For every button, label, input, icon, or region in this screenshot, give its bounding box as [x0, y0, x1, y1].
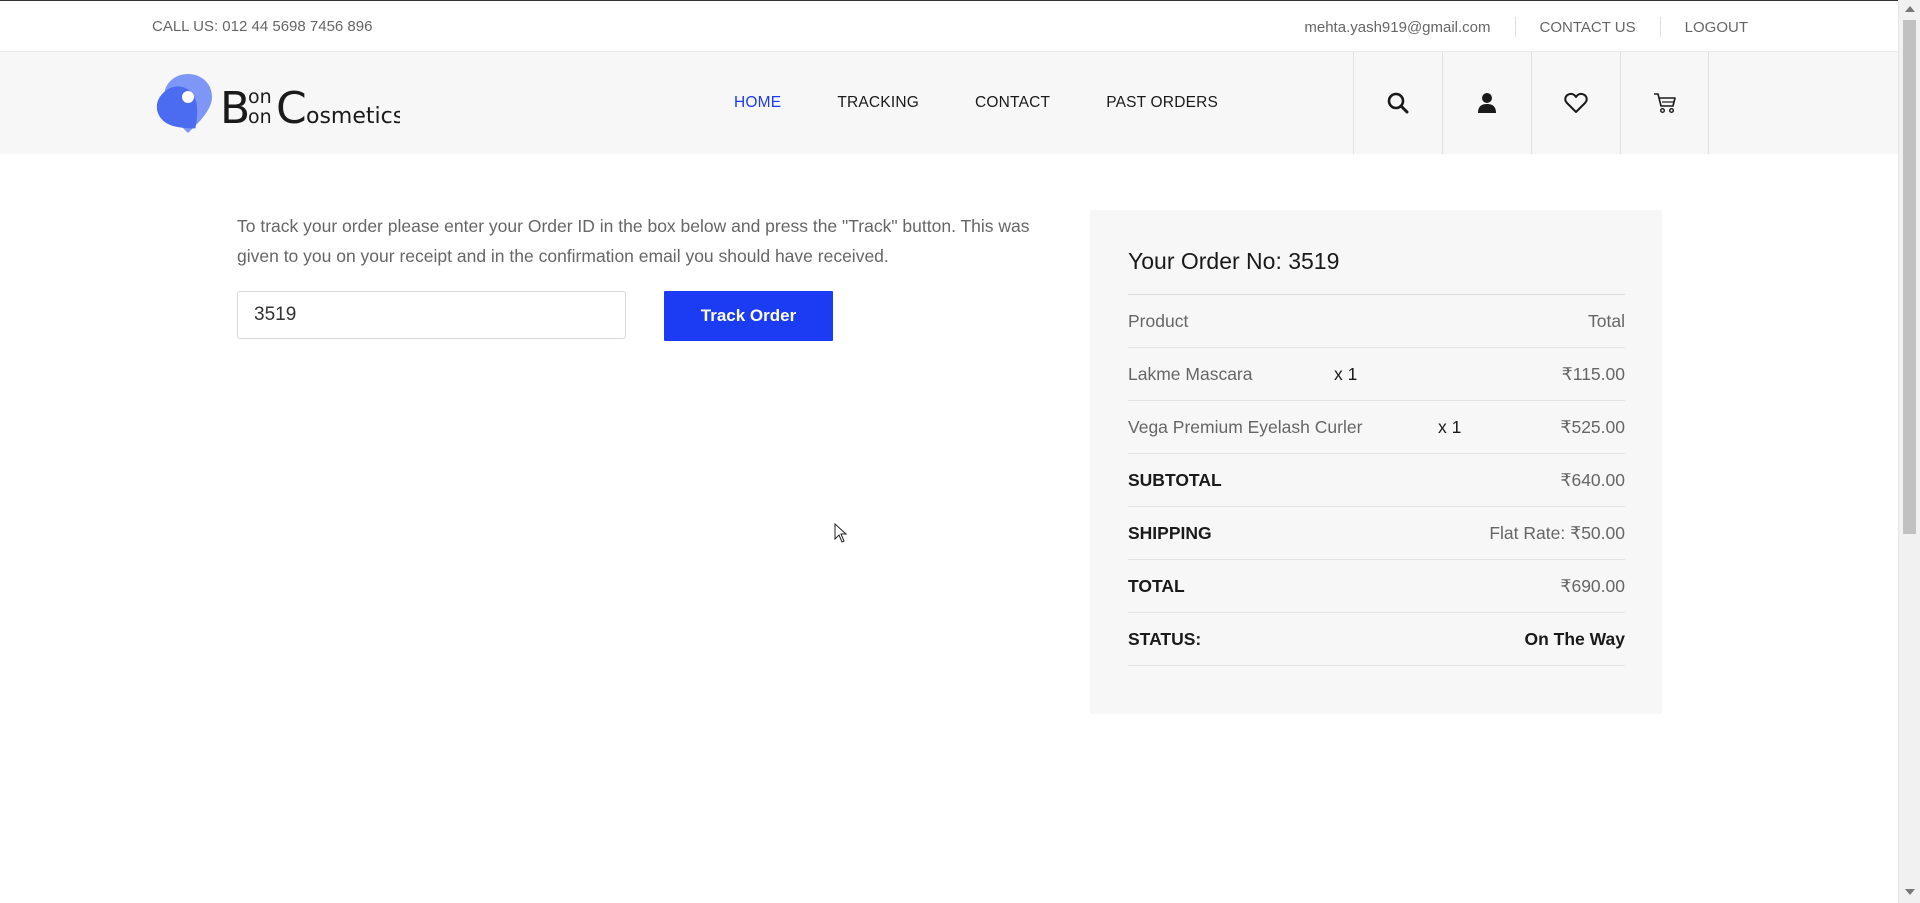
svg-text:B: B: [220, 83, 250, 134]
nav-tracking[interactable]: TRACKING: [837, 94, 919, 112]
item-quantity: x 1: [1334, 364, 1358, 384]
total-column-header: Total: [1588, 311, 1625, 331]
svg-text:on: on: [248, 106, 272, 128]
svg-text:on: on: [248, 86, 272, 108]
contact-us-link[interactable]: CONTACT US: [1516, 19, 1660, 36]
scroll-down-arrow[interactable]: [1905, 889, 1915, 895]
svg-text:C: C: [276, 83, 307, 134]
status-label: STATUS:: [1128, 629, 1202, 649]
cart-icon: [1653, 93, 1676, 114]
item-name: Vega Premium Eyelash Curler: [1128, 417, 1363, 437]
order-item-row: Lakme Mascara x 1 ₹115.00: [1128, 348, 1625, 401]
scroll-up-arrow[interactable]: [1905, 6, 1915, 12]
user-icon: [1478, 93, 1496, 113]
nav-home[interactable]: HOME: [734, 94, 781, 112]
track-order-button[interactable]: Track Order: [664, 291, 833, 341]
total-label: TOTAL: [1128, 576, 1185, 596]
item-price: ₹115.00: [1561, 364, 1625, 384]
subtotal-value: ₹640.00: [1560, 470, 1625, 490]
shipping-label: SHIPPING: [1128, 523, 1212, 543]
status-row: STATUS: On The Way: [1128, 613, 1625, 666]
site-header: B on on C osmetics HOME TRACKING CONTACT…: [0, 52, 1898, 154]
item-price: ₹525.00: [1560, 417, 1625, 437]
order-table-header: Product Total: [1128, 295, 1625, 348]
total-value: ₹690.00: [1560, 576, 1625, 596]
order-number-title: Your Order No: 3519: [1128, 248, 1340, 274]
subtotal-label: SUBTOTAL: [1128, 470, 1222, 490]
cart-button[interactable]: [1620, 52, 1709, 154]
nav-past-orders[interactable]: PAST ORDERS: [1106, 94, 1218, 112]
search-button[interactable]: [1353, 52, 1442, 154]
shipping-value: Flat Rate: ₹50.00: [1489, 523, 1625, 543]
heart-icon: [1564, 92, 1588, 113]
logo-lettering: B on on C osmetics: [220, 83, 404, 134]
header-icons: [1353, 52, 1709, 154]
site-logo[interactable]: B on on C osmetics: [150, 70, 404, 138]
top-bar-links: mehta.yash919@gmail.com CONTACT US LOGOU…: [1280, 1, 1748, 53]
top-bar: CALL US: 012 44 5698 7456 896 mehta.yash…: [0, 0, 1898, 52]
logo-wordmark: B on on C osmetics: [220, 76, 404, 138]
tracking-instructions: To track your order please enter your Or…: [237, 216, 1030, 266]
nav-contact[interactable]: CONTACT: [975, 94, 1050, 112]
search-icon: [1387, 92, 1409, 114]
subtotal-row: SUBTOTAL ₹640.00: [1128, 454, 1625, 507]
user-email: mehta.yash919@gmail.com: [1304, 18, 1491, 36]
order-id-input[interactable]: [237, 291, 626, 339]
item-quantity: x 1: [1438, 417, 1462, 437]
logout-link[interactable]: LOGOUT: [1661, 19, 1748, 36]
account-button[interactable]: [1442, 52, 1531, 154]
main-nav: HOME TRACKING CONTACT PAST ORDERS: [734, 52, 1274, 154]
shipping-row: SHIPPING Flat Rate: ₹50.00: [1128, 507, 1625, 560]
svg-text:osmetics: osmetics: [306, 104, 400, 129]
map-pin-icon: [156, 74, 212, 133]
mouse-cursor-icon: [834, 523, 848, 543]
wishlist-button[interactable]: [1531, 52, 1620, 154]
order-summary-panel: Your Order No: 3519 Product Total Lakme …: [1090, 210, 1662, 714]
order-item-row: Vega Premium Eyelash Curler x 1 ₹525.00: [1128, 401, 1625, 454]
page-scrollbar[interactable]: [1898, 0, 1920, 903]
item-name: Lakme Mascara: [1128, 364, 1253, 384]
product-column-header: Product: [1128, 311, 1189, 331]
call-us-text: CALL US: 012 44 5698 7456 896: [152, 18, 373, 35]
total-row: TOTAL ₹690.00: [1128, 560, 1625, 613]
status-value: On The Way: [1524, 629, 1625, 649]
scrollbar-thumb[interactable]: [1903, 20, 1916, 534]
